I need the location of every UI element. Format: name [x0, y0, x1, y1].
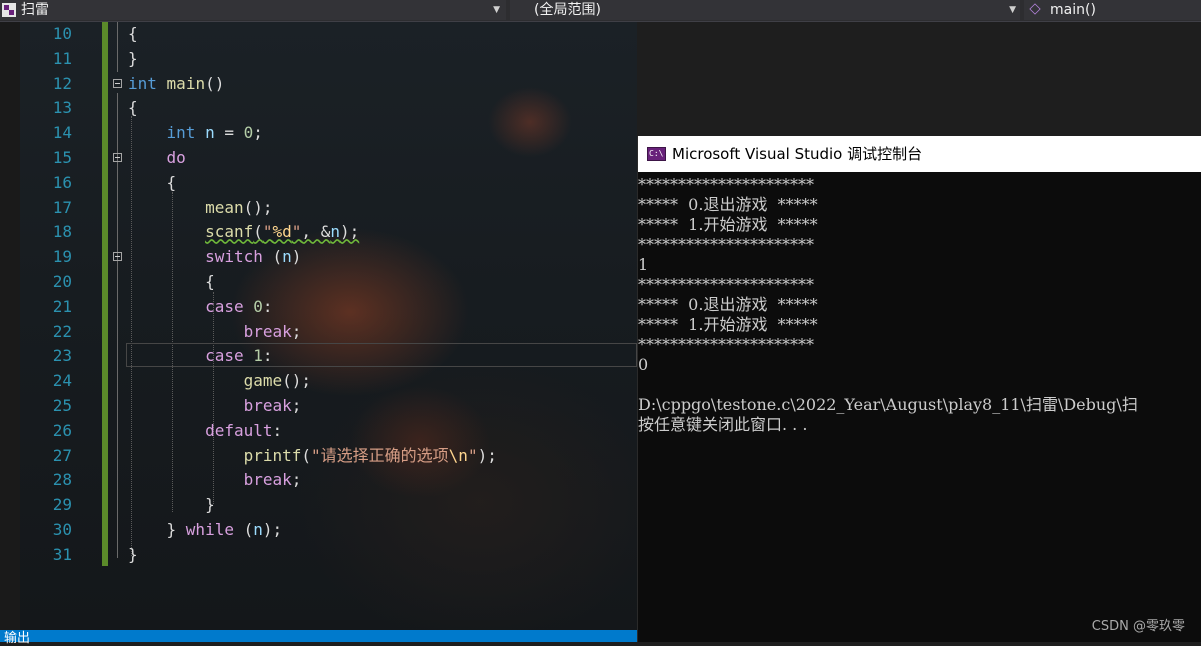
line-number: 27	[52, 445, 72, 465]
console-line: **********************	[638, 235, 814, 254]
console-line: ***** 1.开始游戏 *****	[638, 215, 818, 234]
code-line: 11 }	[0, 47, 637, 72]
console-line: ***** 0.退出游戏 *****	[638, 195, 818, 214]
code-text: break;	[243, 321, 302, 341]
code-text: switch (n)	[205, 247, 302, 267]
code-line: 19 switch (n)	[0, 245, 637, 270]
console-line: **********************	[638, 275, 814, 294]
console-line: 按任意键关闭此窗口. . .	[638, 415, 808, 434]
code-line: 13 {	[0, 96, 637, 121]
line-number: 31	[52, 544, 72, 564]
function-cube-icon	[1029, 3, 1041, 15]
line-number: 21	[52, 296, 72, 316]
line-number: 16	[52, 172, 72, 192]
navigation-bar: 扫雷 ▼ (全局范围) ▼ main()	[0, 0, 1201, 22]
line-number: 19	[52, 247, 72, 267]
line-number: 14	[52, 123, 72, 143]
code-line: 21 case 0:	[0, 295, 637, 320]
line-number: 24	[52, 371, 72, 391]
console-line: ***** 1.开始游戏 *****	[638, 315, 818, 334]
line-number: 18	[52, 222, 72, 242]
line-number: 20	[52, 272, 72, 291]
output-panel-strip[interactable]: 输出	[0, 630, 637, 646]
code-text: break;	[243, 470, 302, 490]
console-app-icon	[647, 147, 666, 161]
console-line: 0	[638, 355, 649, 374]
code-text: }	[128, 544, 138, 564]
code-line: 14 int n = 0;	[0, 121, 637, 146]
line-number: 28	[52, 470, 72, 490]
code-line: 31 }	[0, 543, 637, 568]
line-number: 13	[52, 98, 72, 118]
code-text: printf("请选择正确的选项\n");	[243, 445, 497, 465]
code-line: 12 int main()	[0, 72, 637, 97]
code-text: {	[128, 24, 138, 43]
line-number: 17	[52, 197, 72, 217]
code-editor[interactable]: 10 { 11 } 12 int main() 13 { 14 int n = …	[0, 22, 637, 630]
debug-console-window[interactable]: Microsoft Visual Studio 调试控制台 **********…	[637, 136, 1201, 642]
chevron-down-icon: ▼	[493, 5, 500, 15]
console-line: **********************	[638, 335, 814, 354]
console-title: Microsoft Visual Studio 调试控制台	[672, 145, 923, 163]
line-number: 15	[52, 148, 72, 167]
code-text: int main()	[128, 73, 225, 93]
code-line: 10 {	[0, 22, 637, 47]
code-line: 27 printf("请选择正确的选项\n");	[0, 444, 637, 469]
watermark-text: CSDN @零玖零	[1091, 619, 1185, 634]
line-number: 11	[52, 48, 72, 68]
output-panel-label: 输出	[4, 631, 31, 646]
console-output: ********************** ***** 0.退出游戏 ****…	[638, 175, 1201, 435]
code-line: 17 mean();	[0, 196, 637, 221]
line-number: 29	[52, 495, 72, 515]
line-number: 22	[52, 321, 72, 341]
console-line: D:\cppgo\testone.c\2022_Year\August\play…	[638, 395, 1138, 414]
code-text: mean();	[205, 197, 273, 217]
code-line: 23 case 1:	[0, 344, 637, 369]
scope-dropdown[interactable]: (全局范围) ▼	[510, 0, 1020, 20]
line-number: 25	[52, 396, 72, 415]
function-dropdown[interactable]: main()	[1024, 0, 1201, 20]
code-text: int n = 0;	[166, 123, 263, 143]
code-line: 29 }	[0, 493, 637, 518]
line-number: 10	[52, 24, 72, 43]
console-line: 1	[638, 255, 649, 274]
code-line: 22 break;	[0, 320, 637, 345]
line-number: 26	[52, 420, 72, 440]
code-line: 16 {	[0, 171, 637, 196]
chevron-down-icon: ▼	[1009, 5, 1016, 15]
code-text: case 0:	[205, 296, 273, 316]
code-text: }	[128, 495, 215, 515]
code-text: do	[166, 148, 186, 167]
line-number: 12	[52, 73, 72, 93]
code-line: 28 break;	[0, 468, 637, 493]
code-line: 15 do	[0, 146, 637, 171]
code-text: }	[128, 48, 138, 68]
code-text: {	[128, 98, 138, 118]
code-line: 26 default:	[0, 419, 637, 444]
project-dropdown[interactable]: 扫雷 ▼	[0, 0, 506, 20]
project-name: 扫雷	[21, 2, 49, 18]
project-icon	[2, 3, 16, 17]
line-number: 30	[52, 520, 72, 539]
code-text: default:	[205, 420, 283, 440]
console-line: ***** 0.退出游戏 *****	[638, 295, 818, 314]
scope-name: (全局范围)	[534, 2, 601, 18]
code-text: case 1:	[205, 346, 273, 366]
code-line: 25 break;	[0, 394, 637, 419]
code-line: 20 {	[0, 270, 637, 295]
code-text: {	[128, 172, 177, 192]
code-text: scanf("%d", &n);	[205, 222, 360, 242]
code-text: {	[128, 272, 215, 291]
code-line: 30 } while (n);	[0, 518, 637, 543]
code-text: break;	[243, 396, 302, 415]
console-title-bar[interactable]: Microsoft Visual Studio 调试控制台	[638, 136, 1201, 172]
code-text: game();	[243, 371, 312, 391]
code-line: 18 scanf("%d", &n);	[0, 220, 637, 245]
console-line: **********************	[638, 175, 814, 194]
line-number: 23	[52, 346, 72, 366]
code-line: 24 game();	[0, 369, 637, 394]
code-text: } while (n);	[128, 520, 283, 539]
function-name: main()	[1050, 2, 1096, 18]
